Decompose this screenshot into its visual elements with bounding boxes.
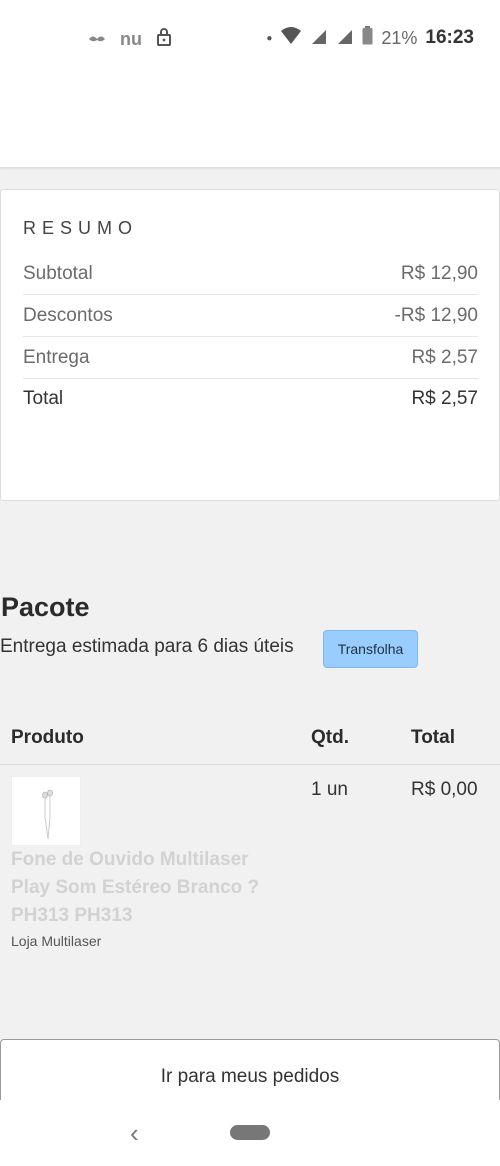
product-quantity: 1 un [311,779,348,800]
summary-label: Total [23,388,64,409]
carrier-badge: Transfolha [323,630,418,668]
summary-value: R$ 12,90 [400,262,478,284]
summary-label: Entrega [23,346,90,368]
summary-value: -R$ 12,90 [394,304,478,326]
nu-logo-icon: nu [120,28,142,49]
summary-row-delivery: Entrega R$ 2,57 [23,337,478,379]
battery-icon [362,26,373,50]
column-header-product: Produto [11,727,84,748]
home-pill-icon[interactable] [230,1125,270,1140]
column-header-qty: Qtd. [311,727,349,748]
package-title: Pacote [1,592,90,622]
product-thumbnail[interactable] [11,776,81,846]
clock: 16:23 [425,27,474,48]
summary-row-total: Total R$ 2,57 [23,378,478,420]
product-name[interactable]: Fone de Ouvido Multilaser Play Som Estér… [11,846,271,930]
mustache-icon [88,31,106,48]
summary-label: Subtotal [23,262,93,284]
summary-title: RESUMO [23,218,139,238]
system-status: ● 21% 16:23 [266,26,474,50]
signal-icon-2 [336,27,354,50]
earphones-icon [42,789,53,840]
battery-percentage: 21% [381,27,418,48]
signal-icon [310,27,328,50]
wifi-icon [280,26,302,50]
notification-icons: nu [88,28,172,50]
summary-row-subtotal: Subtotal R$ 12,90 [23,253,478,295]
top-card [0,78,500,168]
summary-label: Descontos [23,304,113,326]
back-icon[interactable]: ‹ [130,1118,139,1149]
dot-icon: ● [266,32,273,44]
summary-row-discounts: Descontos -R$ 12,90 [23,295,478,337]
delivery-estimate: Entrega estimada para 6 dias úteis [0,636,294,657]
lock-icon [156,28,172,50]
column-header-total: Total [411,727,455,748]
table-divider [0,764,500,765]
status-bar: nu ● 21% 16:23 [0,0,500,78]
store-name: Loja Multilaser [11,933,102,949]
summary-value: R$ 2,57 [411,346,478,368]
summary-value: R$ 2,57 [411,388,478,409]
product-total: R$ 0,00 [411,779,478,800]
